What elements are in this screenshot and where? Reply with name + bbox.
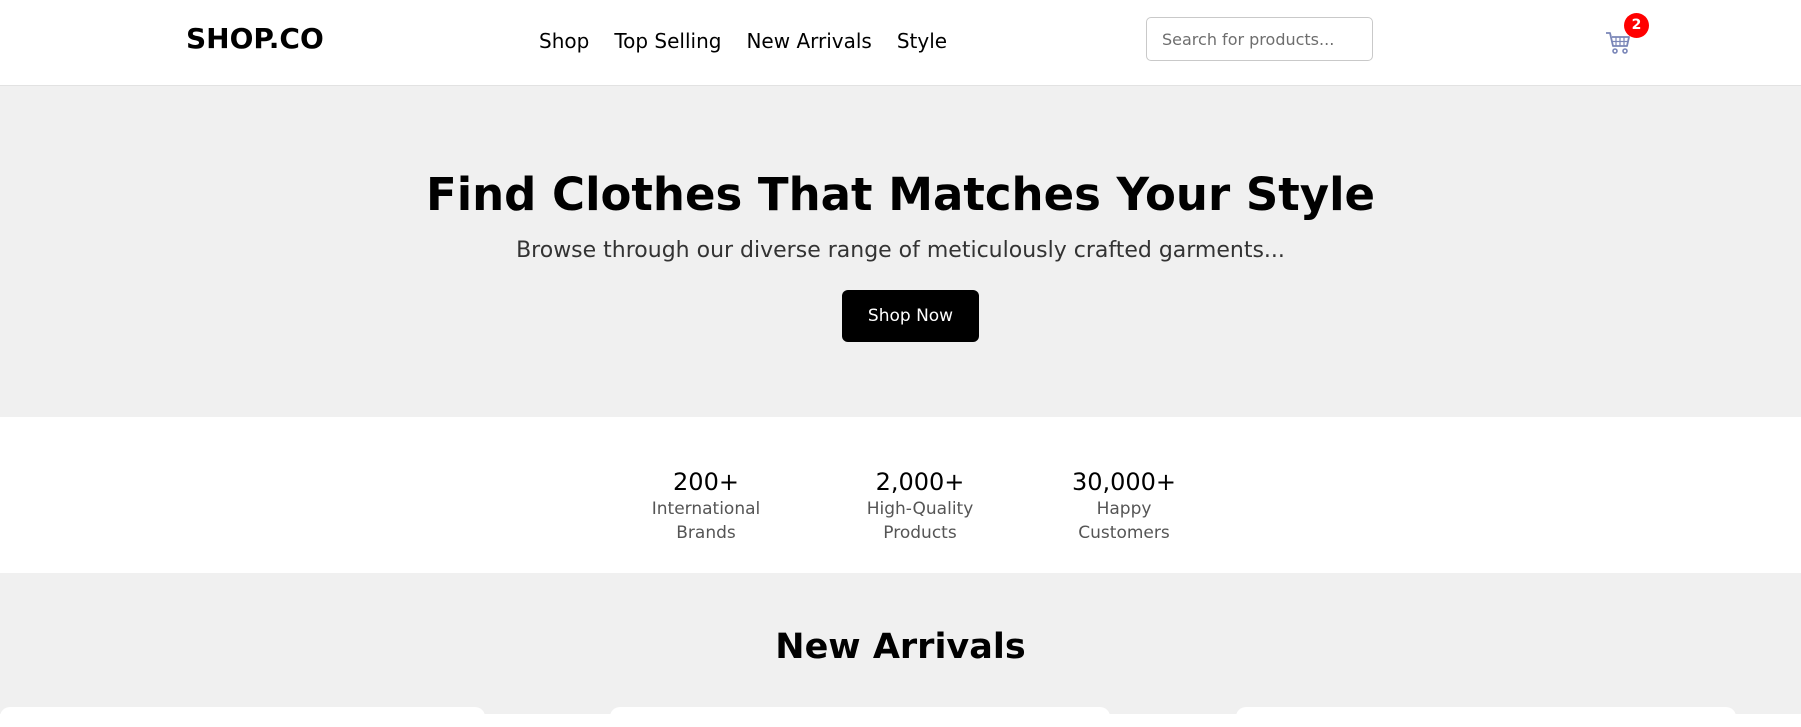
nav-new-arrivals[interactable]: New Arrivals	[746, 26, 871, 56]
stat-value: 2,000+	[875, 468, 965, 496]
search-input[interactable]	[1146, 17, 1373, 61]
hero-subtitle: Browse through our diverse range of meti…	[516, 238, 1285, 263]
product-card[interactable]	[0, 707, 485, 727]
main-nav: Shop Top Selling New Arrivals Style	[539, 26, 972, 56]
hero-title: Find Clothes That Matches Your Style	[425, 168, 1376, 221]
section-title: New Arrivals	[775, 627, 1026, 667]
stat-products: 2,000+ High-Quality Products	[832, 467, 1008, 545]
product-card[interactable]	[1236, 707, 1736, 727]
stats-section: 200+ International Brands 2,000+ High-Qu…	[0, 417, 1801, 573]
stat-customers: 30,000+ Happy Customers	[1054, 467, 1194, 545]
logo[interactable]: SHOP.CO	[186, 21, 324, 57]
site-header: SHOP.CO Shop Top Selling New Arrivals St…	[0, 0, 1801, 86]
nav-style[interactable]: Style	[897, 26, 947, 56]
stat-label: High-Quality Products	[866, 499, 974, 543]
product-card[interactable]	[610, 707, 1110, 727]
nav-top-selling[interactable]: Top Selling	[614, 26, 721, 56]
hero-section: Find Clothes That Matches Your Style Bro…	[0, 86, 1801, 417]
stat-value: 200+	[673, 468, 739, 496]
new-arrivals-section: New Arrivals	[0, 573, 1801, 727]
stat-brands: 200+ International Brands	[628, 467, 784, 545]
stat-label: Happy Customers	[1078, 499, 1170, 543]
stat-value: 30,000+	[1071, 468, 1177, 496]
cart-count-badge: 2	[1624, 13, 1649, 38]
stat-label: International Brands	[651, 499, 761, 543]
nav-shop[interactable]: Shop	[539, 26, 589, 56]
shop-now-button[interactable]: Shop Now	[842, 290, 979, 342]
